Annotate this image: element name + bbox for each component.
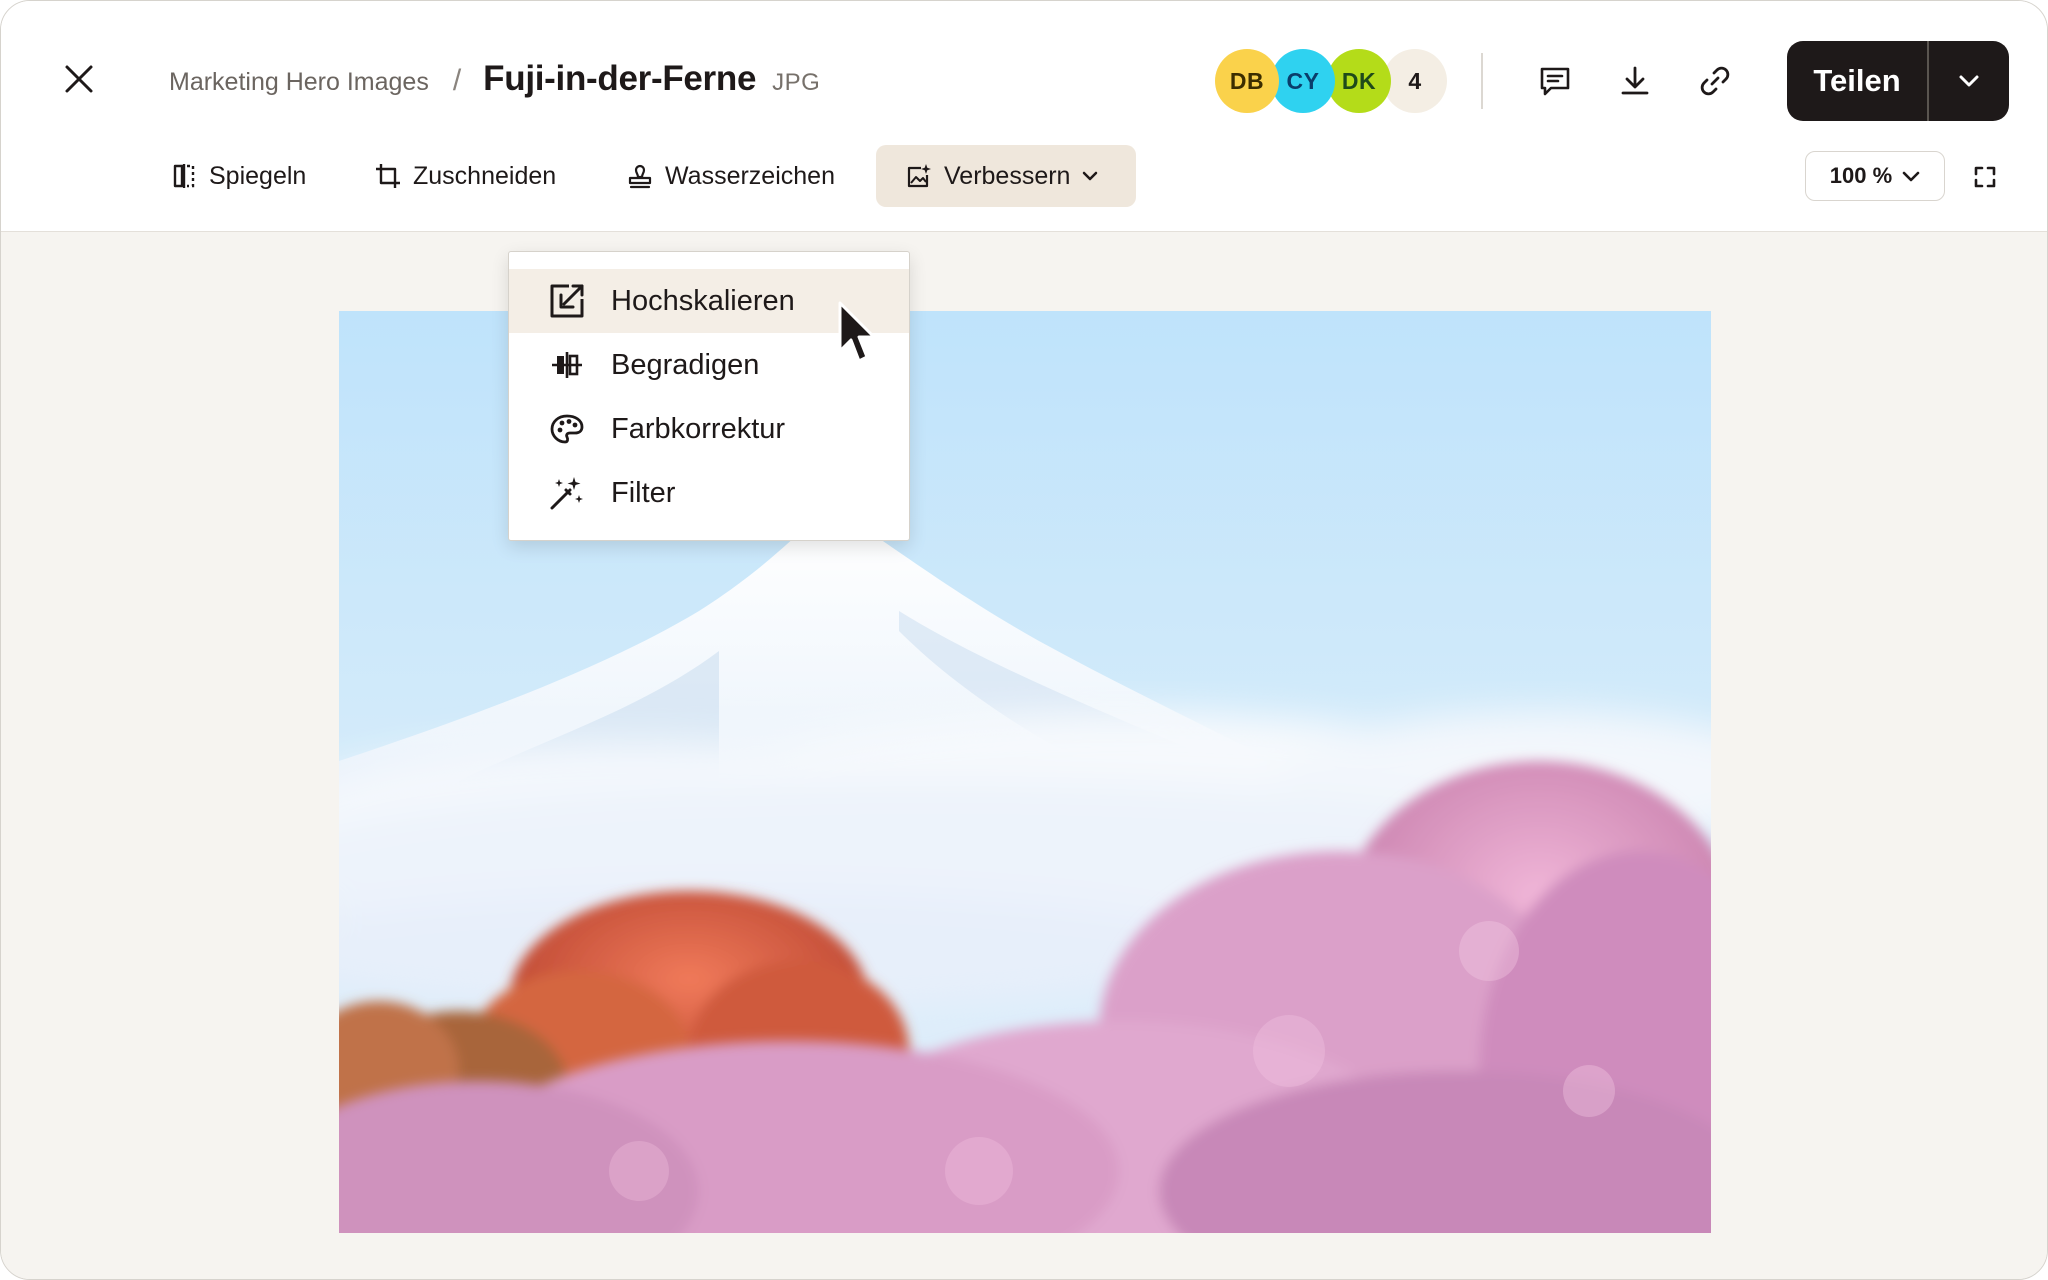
download-button[interactable]: [1607, 53, 1663, 109]
mirror-tool-button[interactable]: Spiegeln: [171, 145, 306, 207]
enhance-tool-button[interactable]: Verbessern: [876, 145, 1136, 207]
menu-item-label: Begradigen: [611, 348, 760, 381]
menu-item-label: Filter: [611, 476, 676, 509]
collaborator-overflow-count[interactable]: 4: [1383, 49, 1447, 113]
zoom-select[interactable]: 100 %: [1805, 151, 1945, 201]
header: Marketing Hero Images / Fuji-in-der-Fern…: [1, 1, 2047, 232]
breadcrumb-separator: /: [452, 64, 462, 97]
enhance-image-icon: [907, 164, 931, 188]
crop-tool-button[interactable]: Zuschneiden: [375, 145, 556, 207]
watermark-tool-label: Wasserzeichen: [665, 161, 835, 190]
chevron-down-icon: [1902, 171, 1920, 181]
menu-item-label: Farbkorrektur: [611, 412, 786, 445]
close-icon: [65, 65, 93, 93]
upscale-icon: [550, 284, 584, 318]
share-options-button[interactable]: [1929, 41, 2010, 121]
fullscreen-icon: [1974, 166, 1996, 188]
close-button[interactable]: [53, 53, 105, 105]
mirror-tool-label: Spiegeln: [209, 161, 307, 190]
avatar-dk[interactable]: DK: [1327, 49, 1391, 113]
file-type-label: JPG: [772, 69, 821, 96]
menu-item-color-correction[interactable]: Farbkorrektur: [509, 397, 909, 461]
comment-icon: [1540, 67, 1570, 96]
menu-item-upscale[interactable]: Hochskalieren: [509, 269, 909, 333]
share-button-group: Teilen: [1787, 41, 2009, 121]
menu-item-straighten[interactable]: Begradigen: [509, 333, 909, 397]
avatar-cy[interactable]: CY: [1271, 49, 1335, 113]
app-window: Marketing Hero Images / Fuji-in-der-Fern…: [0, 0, 2048, 1280]
palette-icon: [550, 414, 584, 444]
breadcrumb: Marketing Hero Images / Fuji-in-der-Fern…: [169, 59, 820, 99]
image-canvas[interactable]: [1, 232, 2047, 1279]
copy-link-button[interactable]: [1687, 53, 1743, 109]
crop-tool-label: Zuschneiden: [413, 161, 557, 190]
link-icon: [1700, 66, 1730, 96]
menu-item-label: Hochskalieren: [611, 284, 795, 317]
file-title[interactable]: Fuji-in-der-Ferne: [483, 59, 756, 99]
menu-item-filter[interactable]: Filter: [509, 461, 909, 525]
stamp-icon: [628, 164, 652, 189]
avatar-db[interactable]: DB: [1215, 49, 1279, 113]
download-icon: [1621, 66, 1649, 95]
watermark-tool-button[interactable]: Wasserzeichen: [627, 145, 835, 207]
straighten-icon: [552, 352, 582, 378]
breadcrumb-parent-link[interactable]: Marketing Hero Images: [169, 68, 429, 97]
mirror-icon: [173, 164, 195, 188]
zoom-value: 100 %: [1829, 163, 1893, 188]
chevron-down-icon: [1083, 171, 1098, 181]
enhance-tool-label: Verbessern: [944, 161, 1071, 190]
comment-button[interactable]: [1527, 53, 1583, 109]
fullscreen-button[interactable]: [1965, 157, 2005, 197]
crop-icon: [376, 164, 400, 188]
magic-wand-icon: [550, 477, 583, 510]
header-divider: [1481, 53, 1483, 109]
chevron-down-icon: [1959, 75, 1979, 87]
enhance-dropdown-menu: Hochskalieren Begradigen Farbkorrektur F…: [508, 251, 910, 541]
share-button[interactable]: Teilen: [1787, 41, 1927, 121]
